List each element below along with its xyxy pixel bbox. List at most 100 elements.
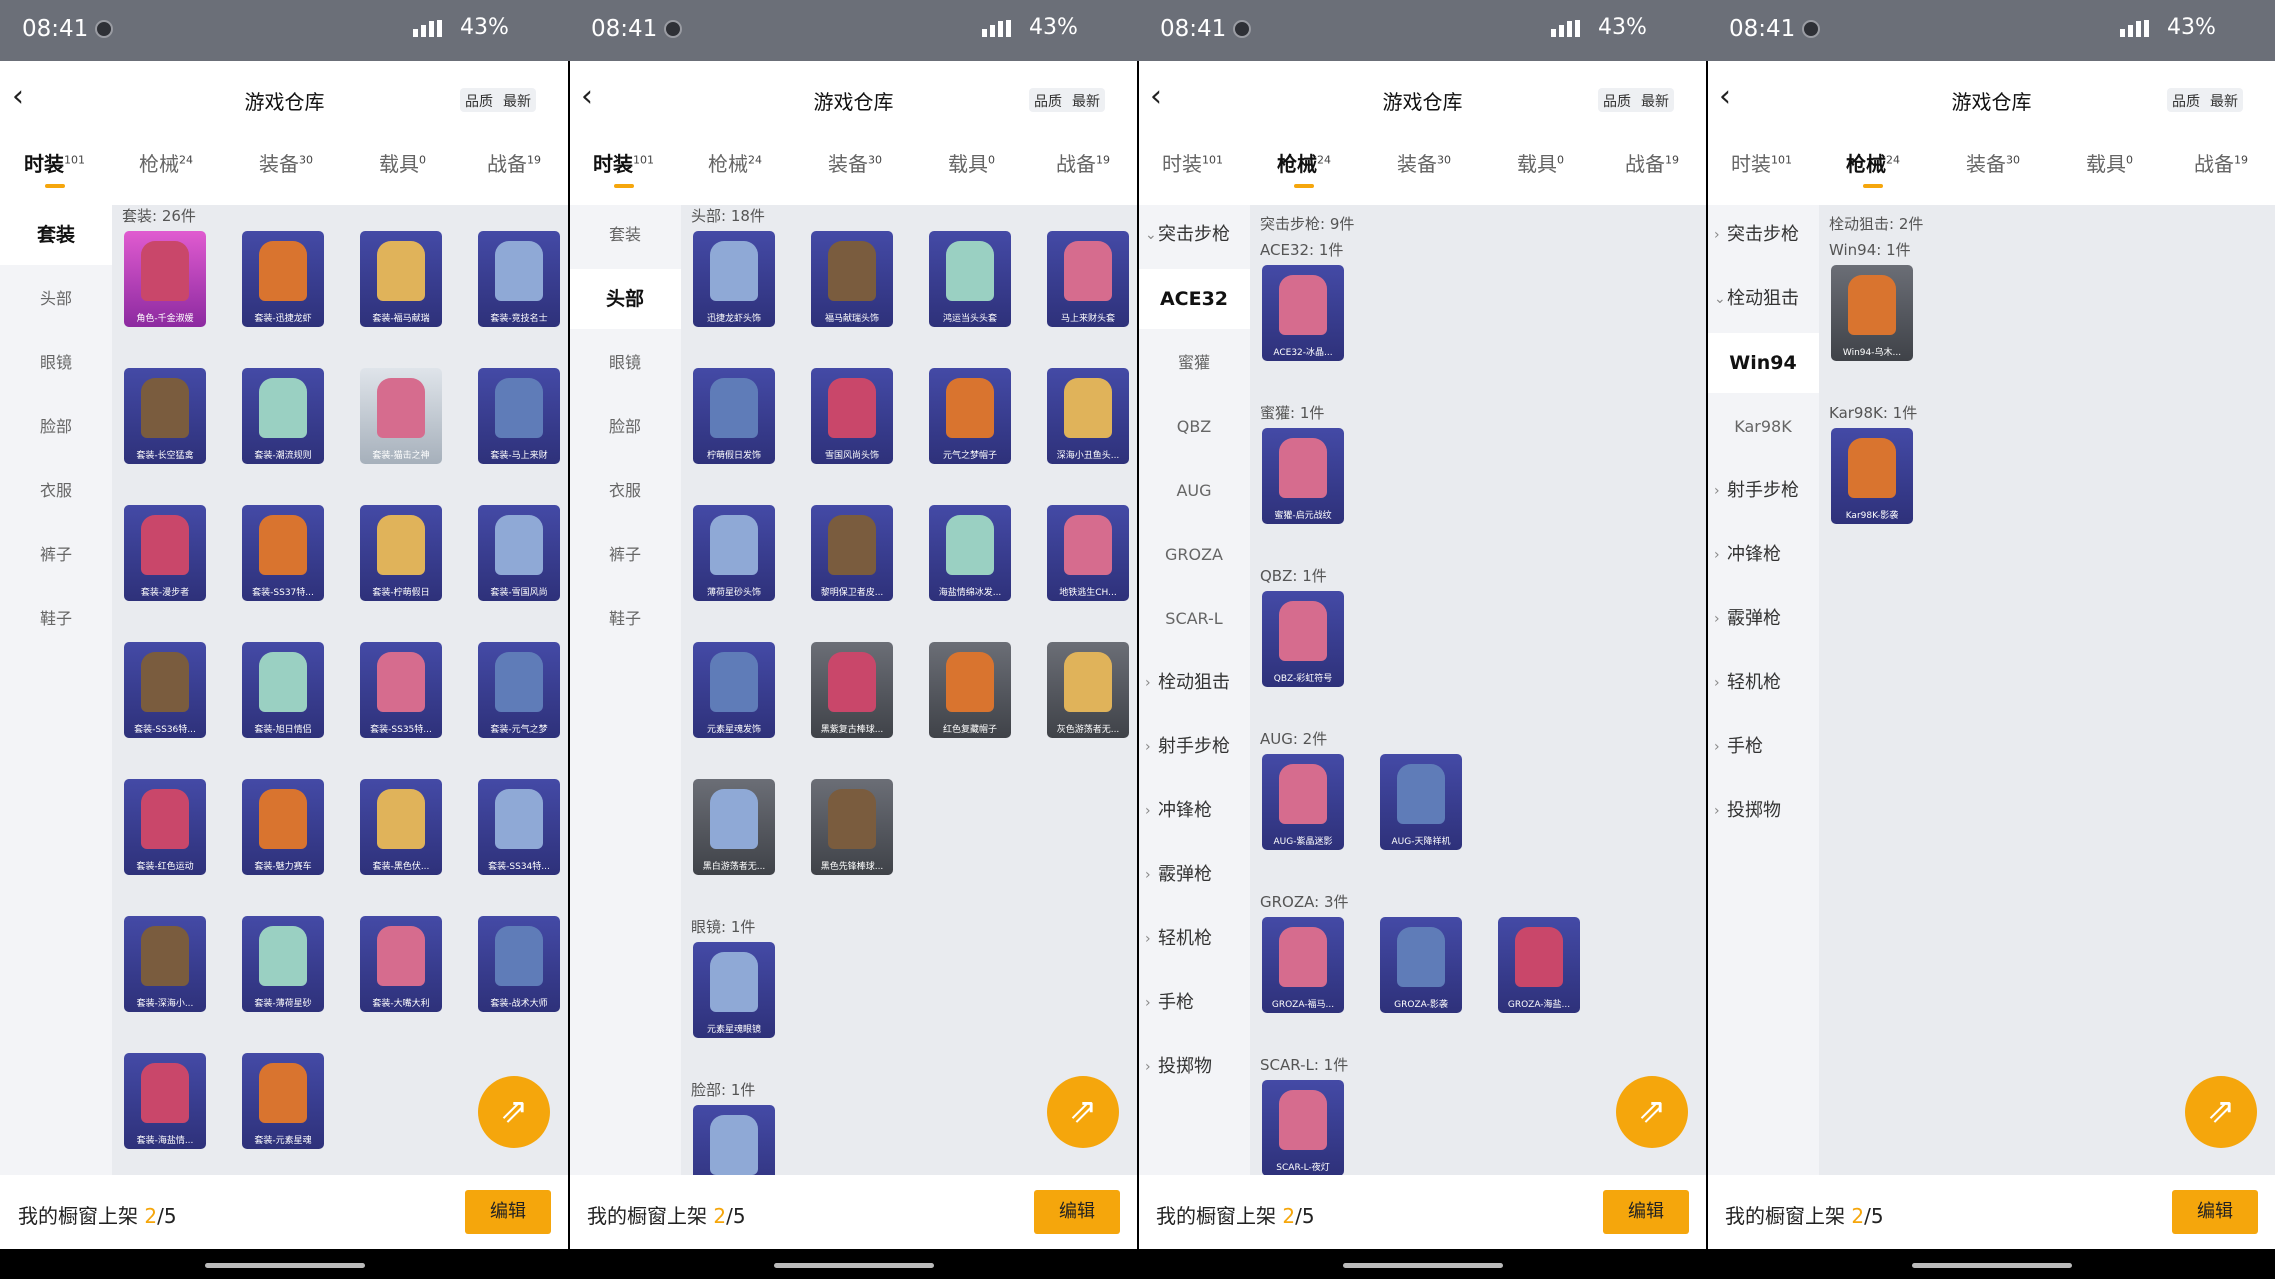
nav-item[interactable]: ⌄ 栓动狙击	[1707, 269, 1819, 329]
nav-item[interactable]: 脸部	[0, 397, 112, 457]
item-card[interactable]: 套装-福马献瑞	[360, 231, 442, 327]
tab-2[interactable]: 装备30	[259, 148, 313, 177]
item-card[interactable]: 套装-SS34特...	[478, 779, 560, 875]
nav-item[interactable]: › 冲锋枪	[1707, 525, 1819, 585]
nav-item[interactable]: 蜜獾	[1138, 333, 1250, 393]
edit-button[interactable]: 编辑	[1034, 1190, 1120, 1234]
nav-item[interactable]: GROZA	[1138, 525, 1250, 585]
tab-1[interactable]: 枪械24	[139, 148, 193, 177]
tab-0[interactable]: 时装101	[24, 148, 85, 188]
item-card[interactable]: 角色-千金淑媛	[124, 231, 206, 327]
nav-item[interactable]: › 射手步枪	[1707, 461, 1819, 521]
sort-toggle[interactable]: 品质 最新	[1029, 88, 1105, 112]
item-card[interactable]: 套装-黑色伏...	[360, 779, 442, 875]
tab-0[interactable]: 时装101	[1731, 148, 1792, 177]
home-indicator[interactable]	[1343, 1263, 1503, 1268]
nav-item[interactable]: 套装	[569, 205, 681, 265]
share-icon[interactable]: ⇗	[1047, 1076, 1119, 1148]
nav-item[interactable]: QBZ	[1138, 397, 1250, 457]
nav-item[interactable]: 鞋子	[0, 589, 112, 649]
item-card[interactable]: QBZ-彩虹符号	[1262, 591, 1344, 687]
tab-0[interactable]: 时装101	[593, 148, 654, 188]
tab-4[interactable]: 战备19	[1625, 148, 1679, 177]
sort-option[interactable]: 最新	[2205, 88, 2243, 112]
nav-item[interactable]: 眼镜	[569, 333, 681, 393]
item-card[interactable]: 黑白游荡者无...	[693, 779, 775, 875]
nav-item[interactable]: › 霰弹枪	[1707, 589, 1819, 649]
tab-3[interactable]: 载具0	[2086, 148, 2133, 177]
nav-item[interactable]: ACE32	[1138, 269, 1250, 329]
edit-button[interactable]: 编辑	[2172, 1190, 2258, 1234]
nav-item[interactable]: › 轻机枪	[1707, 653, 1819, 713]
tab-1[interactable]: 枪械24	[1846, 148, 1900, 188]
sort-option[interactable]: 品质	[2167, 88, 2205, 112]
item-card[interactable]: 套装-潮流规则	[242, 368, 324, 464]
item-card[interactable]: SCAR-L-夜灯	[1262, 1080, 1344, 1176]
item-card[interactable]: 灰色游荡者无...	[1047, 642, 1129, 738]
item-card[interactable]: 套装-迅捷龙虾	[242, 231, 324, 327]
item-card[interactable]: AUG-紫晶迷影	[1262, 754, 1344, 850]
nav-item[interactable]: Kar98K	[1707, 397, 1819, 457]
nav-item[interactable]: 衣服	[569, 461, 681, 521]
tab-3[interactable]: 载具0	[948, 148, 995, 177]
item-card[interactable]: 鸿运当头头套	[929, 231, 1011, 327]
item-card[interactable]: ACE32-冰晶...	[1262, 265, 1344, 361]
item-card[interactable]: Win94-乌木...	[1831, 265, 1913, 361]
share-icon[interactable]: ⇗	[478, 1076, 550, 1148]
sort-option[interactable]: 最新	[1067, 88, 1105, 112]
nav-item[interactable]: 眼镜	[0, 333, 112, 393]
nav-item[interactable]: › 轻机枪	[1138, 909, 1250, 969]
item-card[interactable]: 元气之梦帽子	[929, 368, 1011, 464]
nav-item[interactable]: 裤子	[569, 525, 681, 585]
nav-item[interactable]: › 手枪	[1138, 973, 1250, 1033]
home-indicator[interactable]	[1912, 1263, 2072, 1268]
nav-item[interactable]: 衣服	[0, 461, 112, 521]
nav-item[interactable]: AUG	[1138, 461, 1250, 521]
nav-item[interactable]: › 栓动狙击	[1138, 653, 1250, 713]
sort-option[interactable]: 品质	[460, 88, 498, 112]
item-card[interactable]: 套装-漫步者	[124, 505, 206, 601]
item-card[interactable]: 海盐情绵冰发...	[929, 505, 1011, 601]
item-card[interactable]: 套装-大嘴大利	[360, 916, 442, 1012]
item-card[interactable]: 套装-雪国风尚	[478, 505, 560, 601]
sort-toggle[interactable]: 品质 最新	[1598, 88, 1674, 112]
item-card[interactable]: 地铁逃生CH...	[1047, 505, 1129, 601]
home-indicator[interactable]	[774, 1263, 934, 1268]
nav-item[interactable]: 头部	[569, 269, 681, 329]
item-card[interactable]: 套装-海盐情...	[124, 1053, 206, 1149]
item-card[interactable]: 套装-薄荷星砂	[242, 916, 324, 1012]
item-card[interactable]: 黎明保卫者皮...	[811, 505, 893, 601]
edit-button[interactable]: 编辑	[465, 1190, 551, 1234]
item-card[interactable]: 套装-猫击之神	[360, 368, 442, 464]
item-card[interactable]: 套装-柠萌假日	[360, 505, 442, 601]
item-card[interactable]: 套装-深海小...	[124, 916, 206, 1012]
nav-item[interactable]: 鞋子	[569, 589, 681, 649]
edit-button[interactable]: 编辑	[1603, 1190, 1689, 1234]
tab-2[interactable]: 装备30	[1966, 148, 2020, 177]
item-card[interactable]: 黑色先锋棒球...	[811, 779, 893, 875]
nav-item[interactable]: › 冲锋枪	[1138, 781, 1250, 841]
nav-item[interactable]: ⌄ 突击步枪	[1138, 205, 1250, 265]
sort-option[interactable]: 最新	[1636, 88, 1674, 112]
tab-4[interactable]: 战备19	[487, 148, 541, 177]
item-card[interactable]: 套装-SS36特...	[124, 642, 206, 738]
item-card[interactable]: 黑紫复古棒球...	[811, 642, 893, 738]
nav-item[interactable]: › 投掷物	[1707, 781, 1819, 841]
item-card[interactable]: 蜜獾-启元战纹	[1262, 428, 1344, 524]
item-card[interactable]: 套装-SS37特...	[242, 505, 324, 601]
nav-item[interactable]: 套装	[0, 205, 112, 265]
tab-4[interactable]: 战备19	[2194, 148, 2248, 177]
tab-3[interactable]: 载具0	[1517, 148, 1564, 177]
nav-item[interactable]: › 手枪	[1707, 717, 1819, 777]
tab-4[interactable]: 战备19	[1056, 148, 1110, 177]
item-card[interactable]: 薄荷星砂头饰	[693, 505, 775, 601]
item-card[interactable]: GROZA-影袭	[1380, 917, 1462, 1013]
sort-toggle[interactable]: 品质 最新	[2167, 88, 2243, 112]
share-icon[interactable]: ⇗	[2185, 1076, 2257, 1148]
item-card[interactable]: 福马献瑞头饰	[811, 231, 893, 327]
tab-1[interactable]: 枪械24	[708, 148, 762, 177]
home-indicator[interactable]	[205, 1263, 365, 1268]
item-card[interactable]: 元素星魂眼镜	[693, 942, 775, 1038]
item-card[interactable]: 套装-旭日情侣	[242, 642, 324, 738]
item-card[interactable]: 迅捷龙虾头饰	[693, 231, 775, 327]
